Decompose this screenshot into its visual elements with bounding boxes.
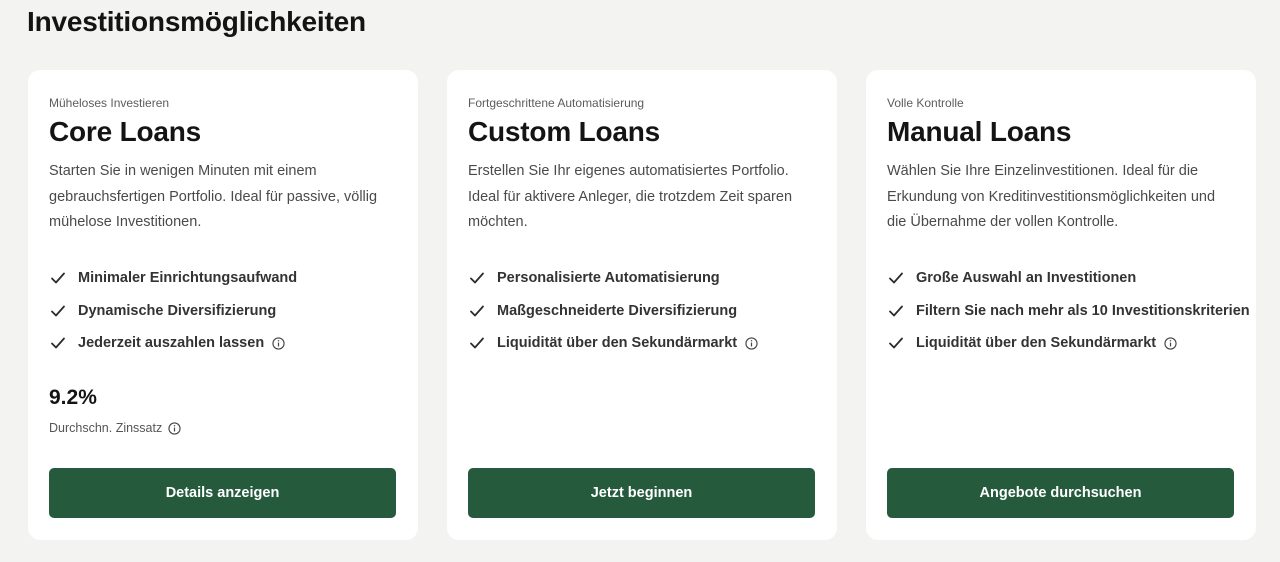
card-title: Manual Loans	[887, 116, 1072, 147]
card-eyebrow: Volle Kontrolle	[887, 96, 964, 110]
feature-label: Maßgeschneiderte Diversifizierung	[497, 302, 738, 319]
check-icon	[51, 337, 65, 349]
card-eyebrow: Fortgeschrittene Automatisierung	[468, 96, 645, 110]
card-core-loans: Müheloses Investieren Core Loans Starten…	[28, 70, 418, 540]
check-icon	[889, 272, 903, 284]
info-icon[interactable]	[272, 337, 285, 350]
check-icon	[470, 305, 484, 317]
browse-offers-button[interactable]: Angebote durchsuchen	[887, 468, 1234, 518]
card-manual-loans: Volle Kontrolle Manual Loans Wählen Sie …	[866, 70, 1256, 540]
details-button[interactable]: Details anzeigen	[49, 468, 396, 518]
card-description: Starten Sie in wenigen Minuten mit einem…	[49, 163, 378, 230]
check-icon	[470, 337, 484, 349]
feature-list: Große Auswahl an Investitionen Filtern S…	[887, 262, 1250, 360]
feature-label: Große Auswahl an Investitionen	[916, 270, 1137, 287]
feature-list: Minimaler Einrichtungsaufwand Dynamische…	[49, 262, 297, 360]
card-title: Custom Loans	[468, 116, 661, 147]
avg-rate-value: 9.2%	[49, 386, 97, 409]
feature-item: Jederzeit auszahlen lassen	[49, 327, 297, 360]
page-title: Investitionsmöglichkeiten	[27, 6, 366, 37]
feature-label: Filtern Sie nach mehr als 10 Investition…	[916, 302, 1250, 319]
feature-list: Personalisierte Automatisierung Maßgesch…	[468, 262, 758, 360]
feature-item: Maßgeschneiderte Diversifizierung	[468, 295, 758, 328]
check-icon	[51, 272, 65, 284]
feature-label: Dynamische Diversifizierung	[78, 302, 277, 319]
feature-label: Jederzeit auszahlen lassen	[78, 335, 265, 352]
avg-rate-label: Durchschn. Zinssatz	[49, 421, 181, 435]
card-custom-loans: Fortgeschrittene Automatisierung Custom …	[447, 70, 837, 540]
check-icon	[889, 305, 903, 317]
feature-label: Minimaler Einrichtungsaufwand	[78, 270, 298, 287]
info-icon[interactable]	[168, 421, 181, 435]
check-icon	[470, 272, 484, 284]
check-icon	[51, 305, 65, 317]
card-eyebrow: Müheloses Investieren	[49, 96, 170, 110]
feature-label: Liquidität über den Sekundärmarkt	[497, 335, 738, 352]
feature-label: Liquidität über den Sekundärmarkt	[916, 335, 1157, 352]
card-description: Erstellen Sie Ihr eigenes automatisierte…	[468, 163, 793, 230]
feature-item: Dynamische Diversifizierung	[49, 295, 297, 328]
feature-item: Liquidität über den Sekundärmarkt	[468, 327, 758, 360]
feature-item: Personalisierte Automatisierung	[468, 262, 758, 295]
check-icon	[889, 337, 903, 349]
feature-label: Personalisierte Automatisierung	[497, 270, 720, 287]
feature-item: Liquidität über den Sekundärmarkt	[887, 327, 1250, 360]
start-button[interactable]: Jetzt beginnen	[468, 468, 815, 518]
info-icon[interactable]	[745, 337, 758, 350]
avg-rate-label-text: Durchschn. Zinssatz	[49, 421, 163, 435]
card-title: Core Loans	[49, 116, 202, 147]
feature-item: Filtern Sie nach mehr als 10 Investition…	[887, 295, 1250, 328]
info-icon[interactable]	[1164, 337, 1177, 350]
feature-item: Minimaler Einrichtungsaufwand	[49, 262, 297, 295]
feature-item: Große Auswahl an Investitionen	[887, 262, 1250, 295]
card-description: Wählen Sie Ihre Einzelinvestitionen. Ide…	[887, 163, 1216, 230]
